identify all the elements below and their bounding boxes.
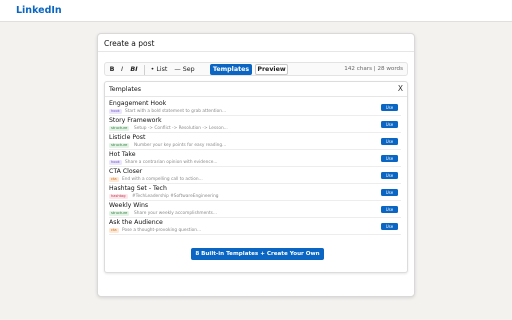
template-description: #TechLeadership #SoftwareEngineering xyxy=(132,193,219,199)
template-tag: structure xyxy=(109,125,130,131)
template-row: Hot Take hook Share a contrarian opinion… xyxy=(109,151,401,167)
italic-button[interactable]: I xyxy=(119,65,125,74)
template-row: Engagement Hook hook Start with a bold s… xyxy=(109,100,401,116)
char-word-count: 142 chars | 28 words xyxy=(344,66,403,72)
divider xyxy=(98,51,414,52)
list-button[interactable]: • List xyxy=(148,65,170,74)
template-row: CTA Closer cta End with a compelling cal… xyxy=(109,168,401,184)
template-name: Hashtag Set - Tech xyxy=(109,185,167,192)
template-tag: structure xyxy=(109,142,130,148)
use-template-button[interactable]: Use xyxy=(381,121,398,128)
template-name: Engagement Hook xyxy=(109,100,167,107)
template-name: Weekly Wins xyxy=(109,202,149,209)
template-tag: hook xyxy=(109,159,122,165)
templates-panel-header: Templates X xyxy=(105,82,407,97)
template-row: Listicle Post structure Number your key … xyxy=(109,134,401,150)
bold-italic-button[interactable]: BI xyxy=(128,65,140,74)
card-title: Create a post xyxy=(104,39,155,48)
template-row: Weekly Wins structure Share your weekly … xyxy=(109,202,401,218)
close-icon[interactable]: X xyxy=(398,84,403,93)
template-name: CTA Closer xyxy=(109,168,143,175)
templates-panel-title: Templates xyxy=(109,86,142,93)
use-template-button[interactable]: Use xyxy=(381,189,398,196)
template-name: Hot Take xyxy=(109,151,136,158)
template-name: Listicle Post xyxy=(109,134,146,141)
toolbar-divider xyxy=(144,65,145,75)
template-description: End with a compelling call to action... xyxy=(122,176,203,182)
preview-button[interactable]: Preview xyxy=(255,64,288,75)
template-tag: hashtag xyxy=(109,193,128,199)
template-row: Story Framework structure Setup -> Confl… xyxy=(109,117,401,133)
template-tag: cta xyxy=(109,227,119,233)
linkedin-logo[interactable]: LinkedIn xyxy=(16,5,62,16)
use-template-button[interactable]: Use xyxy=(381,206,398,213)
template-row: Hashtag Set - Tech hashtag #TechLeadersh… xyxy=(109,185,401,201)
use-template-button[interactable]: Use xyxy=(381,172,398,179)
built-in-templates-button[interactable]: 8 Built-in Templates + Create Your Own xyxy=(191,248,324,260)
template-tag: hook xyxy=(109,108,122,114)
template-name: Story Framework xyxy=(109,117,162,124)
top-nav-bar: LinkedIn xyxy=(0,0,512,22)
use-template-button[interactable]: Use xyxy=(381,138,398,145)
templates-panel: Templates X Engagement Hook hook Start w… xyxy=(104,81,408,273)
template-description: Start with a bold statement to grab atte… xyxy=(125,108,227,114)
template-description: Pose a thought-provoking question... xyxy=(122,227,202,233)
template-description: Share your weekly accomplishments... xyxy=(134,210,218,216)
template-tag: cta xyxy=(109,176,119,182)
use-template-button[interactable]: Use xyxy=(381,223,398,230)
template-description: Share a contrarian opinion with evidence… xyxy=(125,159,218,165)
format-toolbar: B I BI • List — Sep Templates Preview 14… xyxy=(104,62,408,76)
template-description: Setup -> Conflict -> Resolution -> Lesso… xyxy=(134,125,228,131)
templates-button[interactable]: Templates xyxy=(210,64,252,75)
template-tag: structure xyxy=(109,210,130,216)
separator-button[interactable]: — Sep xyxy=(172,65,197,74)
template-name: Ask the Audience xyxy=(109,219,163,226)
use-template-button[interactable]: Use xyxy=(381,104,398,111)
use-template-button[interactable]: Use xyxy=(381,155,398,162)
template-row: Ask the Audience cta Pose a thought-prov… xyxy=(109,219,401,235)
bold-button[interactable]: B xyxy=(108,65,116,74)
create-post-card: Create a post B I BI • List — Sep Templa… xyxy=(97,33,415,297)
template-description: Number your key points for easy reading.… xyxy=(134,142,227,148)
